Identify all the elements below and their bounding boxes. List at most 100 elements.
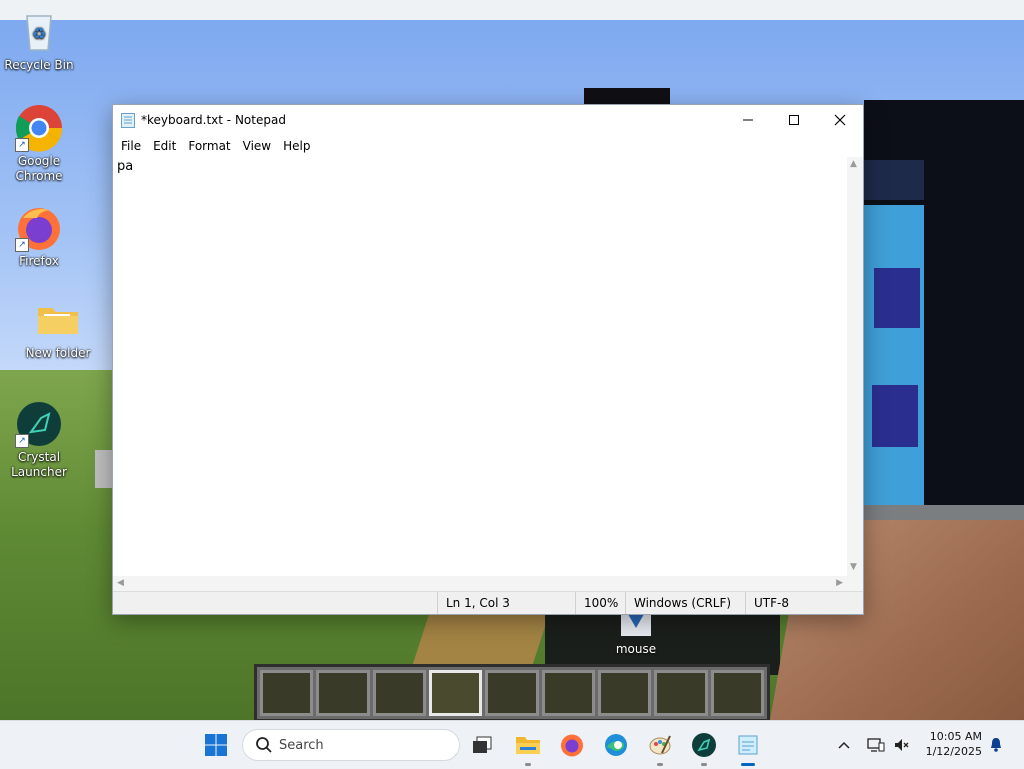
shortcut-arrow-icon: ↗ xyxy=(15,138,29,152)
vertical-scrollbar[interactable]: ▲ ▼ xyxy=(847,157,863,576)
start-icon xyxy=(205,734,227,756)
maximize-icon xyxy=(789,115,799,125)
edge-button[interactable] xyxy=(600,729,632,761)
desktop-item-label: mouse xyxy=(615,642,657,656)
network-icon xyxy=(867,738,885,752)
maximize-button[interactable] xyxy=(771,105,817,135)
folder-icon xyxy=(34,296,82,344)
bookmark-icon xyxy=(621,614,651,636)
crystal-launcher-icon xyxy=(692,733,716,757)
chevron-up-icon xyxy=(838,741,850,749)
menu-view[interactable]: View xyxy=(237,139,277,153)
running-indicator xyxy=(525,763,531,766)
desktop-icon-label: Crystal Launcher xyxy=(11,450,67,479)
hotbar-slot[interactable] xyxy=(260,670,314,716)
firefox-icon: ↗ xyxy=(15,204,63,252)
running-indicator xyxy=(657,763,663,766)
scroll-up-icon[interactable]: ▲ xyxy=(850,159,857,169)
hotbar-slot[interactable] xyxy=(597,670,652,716)
desktop-icon-crystal-launcher[interactable]: ↗ Crystal Launcher xyxy=(2,400,76,480)
status-position: Ln 1, Col 3 xyxy=(437,592,575,614)
notepad-icon xyxy=(121,113,135,128)
text-editor[interactable]: pa xyxy=(113,157,847,576)
clock-time: 10:05 AM xyxy=(929,730,982,743)
desktop-item-mouse[interactable]: mouse xyxy=(606,614,666,656)
hotbar-slot-selected[interactable] xyxy=(428,670,483,716)
hotbar-slot[interactable] xyxy=(541,670,595,716)
hotbar-slot[interactable] xyxy=(485,670,539,716)
editor-content[interactable]: pa xyxy=(113,157,847,176)
blue-window xyxy=(874,268,920,328)
task-view-button[interactable] xyxy=(466,729,498,761)
status-spacer xyxy=(113,592,437,614)
structure-side xyxy=(864,160,924,200)
status-encoding: UTF-8 xyxy=(745,592,863,614)
notifications-button[interactable] xyxy=(980,729,1012,761)
notepad-icon xyxy=(738,735,758,755)
window-title: *keyboard.txt - Notepad xyxy=(141,113,286,127)
top-strip xyxy=(0,0,1024,20)
status-line-ending: Windows (CRLF) xyxy=(625,592,745,614)
desktop-icon-new-folder[interactable]: New folder xyxy=(21,296,95,361)
search-icon xyxy=(256,737,272,753)
system-clock[interactable]: 10:05 AM 1/12/2025 xyxy=(920,729,982,759)
svg-text:♻: ♻ xyxy=(32,24,46,43)
shortcut-arrow-icon: ↗ xyxy=(15,238,29,252)
status-zoom: 100% xyxy=(575,592,625,614)
taskbar-search-box[interactable]: Search xyxy=(242,729,460,761)
show-hidden-icons-button[interactable] xyxy=(828,729,860,761)
clock-date: 1/12/2025 xyxy=(925,745,982,758)
desktop-icon-label: New folder xyxy=(25,346,91,360)
crystal-launcher-icon: ↗ xyxy=(15,400,63,448)
firefox-icon xyxy=(561,734,583,757)
crystal-launcher-taskbar-button[interactable] xyxy=(688,729,720,766)
hotbar-slot[interactable] xyxy=(654,670,708,716)
desktop-icon-label: Firefox xyxy=(19,254,59,268)
shortcut-arrow-icon: ↗ xyxy=(15,434,29,448)
volume-button[interactable] xyxy=(886,729,918,761)
file-explorer-button[interactable] xyxy=(512,729,544,766)
menu-edit[interactable]: Edit xyxy=(147,139,182,153)
close-button[interactable] xyxy=(817,105,863,135)
menu-file[interactable]: File xyxy=(115,139,147,153)
wood-block xyxy=(410,612,550,672)
edge-icon xyxy=(605,734,627,756)
desktop-icon-label: Google Chrome xyxy=(15,154,63,183)
menu-help[interactable]: Help xyxy=(277,139,316,153)
minimize-icon xyxy=(743,119,753,121)
desktop-icon-recycle-bin[interactable]: ♻ Recycle Bin xyxy=(2,8,76,73)
active-indicator xyxy=(741,763,755,766)
scroll-corner xyxy=(847,576,863,592)
firefox-taskbar-button[interactable] xyxy=(556,729,588,761)
menu-format[interactable]: Format xyxy=(182,139,236,153)
taskbar: Search 10:05 AM 1/12/2025 xyxy=(0,720,1024,769)
horizontal-scrollbar[interactable]: ◀ ▶ xyxy=(113,576,847,592)
desktop-icon-google-chrome[interactable]: ↗ Google Chrome xyxy=(2,104,76,184)
paint-button[interactable] xyxy=(644,729,676,766)
paint-icon xyxy=(649,735,671,755)
minimize-button[interactable] xyxy=(725,105,771,135)
status-bar: Ln 1, Col 3 100% Windows (CRLF) UTF-8 xyxy=(113,591,863,614)
volume-muted-icon xyxy=(895,739,909,751)
hotbar-slot[interactable] xyxy=(710,670,764,716)
scroll-right-icon[interactable]: ▶ xyxy=(836,578,843,588)
close-icon xyxy=(834,114,846,126)
chrome-icon: ↗ xyxy=(15,104,63,152)
hotbar xyxy=(254,664,770,722)
file-explorer-icon xyxy=(516,737,540,754)
scroll-left-icon[interactable]: ◀ xyxy=(117,578,124,588)
desktop-icon-firefox[interactable]: ↗ Firefox xyxy=(2,204,76,269)
start-button[interactable] xyxy=(200,729,232,761)
cyan-panel xyxy=(864,205,924,525)
search-placeholder: Search xyxy=(279,737,324,753)
running-indicator xyxy=(701,763,707,766)
grey-block xyxy=(95,450,113,488)
blue-window xyxy=(872,385,918,447)
bell-icon xyxy=(991,738,1001,752)
hotbar-slot[interactable] xyxy=(316,670,370,716)
title-bar[interactable]: *keyboard.txt - Notepad xyxy=(113,105,863,135)
scroll-down-icon[interactable]: ▼ xyxy=(850,562,857,572)
notepad-window: *keyboard.txt - Notepad File Edit Format… xyxy=(112,104,864,615)
hotbar-slot[interactable] xyxy=(372,670,426,716)
notepad-taskbar-button[interactable] xyxy=(732,729,764,766)
